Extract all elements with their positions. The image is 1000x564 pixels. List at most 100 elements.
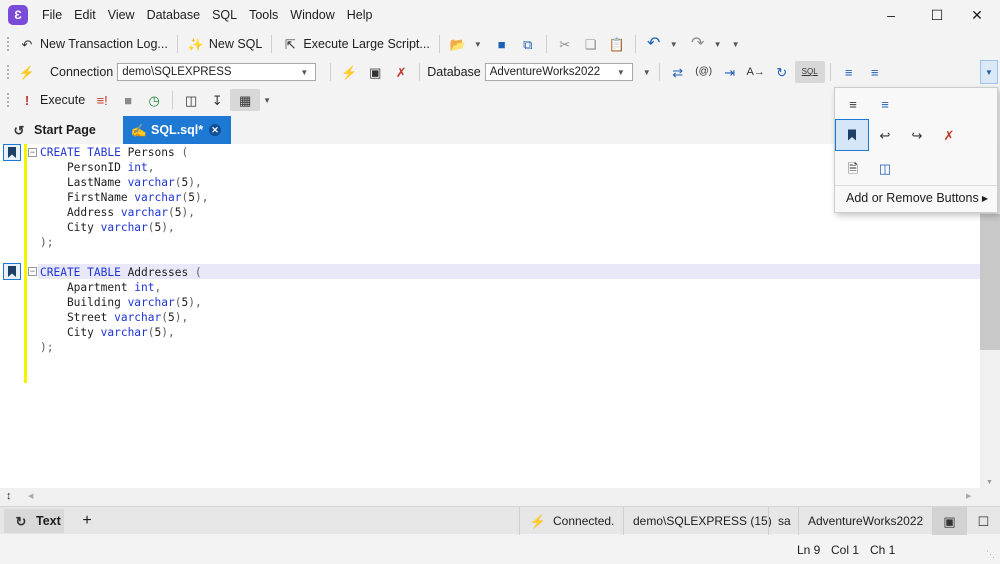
toggle-bookmark-button[interactable]: [835, 119, 869, 151]
code-line[interactable]: Street varchar(5),: [40, 310, 188, 325]
database-select[interactable]: AdventureWorks2022 ▼: [484, 63, 633, 81]
export-results-button[interactable]: ↧: [204, 89, 230, 111]
chevron-down-icon[interactable]: ▼: [714, 40, 722, 49]
document-outline-button[interactable]: 🗎: [837, 152, 869, 184]
new-transaction-log-button[interactable]: ↶ New Transaction Log...: [14, 33, 172, 55]
add-remove-buttons-item[interactable]: Add or Remove Buttons ▶: [836, 186, 996, 210]
code-line[interactable]: LastName varchar(5),: [40, 175, 202, 190]
menu-view[interactable]: View: [102, 0, 141, 30]
horizontal-scrollbar[interactable]: ↕ ◀ ▶: [0, 488, 1000, 506]
disconnect-all-button[interactable]: ✗: [388, 61, 414, 83]
toolbar-overflow-button[interactable]: ▼: [980, 60, 998, 84]
code-line[interactable]: City varchar(5),: [40, 220, 175, 235]
code-line[interactable]: Building varchar(5),: [40, 295, 202, 310]
comment-button[interactable]: ≡: [836, 61, 862, 83]
uncomment-button[interactable]: ≡: [862, 61, 888, 83]
toolbar-grip[interactable]: [6, 64, 10, 80]
open-file-button[interactable]: 📂 ▼: [445, 33, 489, 55]
disconnect-button[interactable]: ⚡: [336, 61, 362, 83]
menu-database[interactable]: Database: [141, 0, 207, 30]
clear-bookmarks-button[interactable]: ✗: [933, 119, 965, 151]
redo-button[interactable]: ↷ ▼: [685, 33, 729, 55]
connection-value: demo\SQLEXPRESS: [122, 66, 232, 78]
fold-collapse-icon[interactable]: −: [28, 148, 37, 157]
tab-sql-file[interactable]: ✍ SQL.sql* ✕: [123, 116, 231, 144]
query-plan-button[interactable]: ◫: [178, 89, 204, 111]
split-handle-icon[interactable]: ↕: [6, 490, 12, 502]
execute-current-button[interactable]: ≡!: [89, 89, 115, 111]
code-line[interactable]: );: [40, 235, 53, 250]
menu-tools[interactable]: Tools: [243, 0, 284, 30]
format-button[interactable]: ⇄: [665, 61, 691, 83]
chevron-down-icon[interactable]: ▼: [643, 68, 651, 77]
sql-editor[interactable]: − − CREATE TABLE Persons ( PersonID int,…: [0, 144, 980, 488]
chevron-down-icon[interactable]: ▼: [474, 40, 482, 49]
code-line[interactable]: PersonID int,: [40, 160, 155, 175]
new-connection-window-button[interactable]: ▣: [362, 61, 388, 83]
editor-gutter[interactable]: [0, 144, 24, 488]
vertical-scrollbar-thumb[interactable]: [980, 214, 1000, 350]
tab-start-page[interactable]: ↺ Start Page: [0, 116, 122, 144]
code-line[interactable]: City varchar(5),: [40, 325, 175, 340]
scroll-left-icon[interactable]: ◀: [28, 492, 33, 500]
add-tab-button[interactable]: +: [78, 509, 96, 533]
parameters-button[interactable]: (@): [691, 61, 717, 83]
panel-layout-full-button[interactable]: ☐: [966, 507, 1000, 535]
code-line[interactable]: FirstName varchar(5),: [40, 190, 209, 205]
redo-icon: ↷: [690, 35, 705, 52]
comment-lines-button[interactable]: ≡: [837, 88, 869, 120]
change-case-button[interactable]: A→: [743, 61, 769, 83]
fold-collapse-icon[interactable]: −: [28, 267, 37, 276]
next-bookmark-button[interactable]: ↪: [901, 119, 933, 151]
code-line[interactable]: CREATE TABLE Addresses (: [40, 265, 202, 280]
close-window-button[interactable]: ✕: [954, 0, 1000, 30]
menu-sql[interactable]: SQL: [206, 0, 243, 30]
code-line[interactable]: Apartment int,: [40, 280, 161, 295]
code-line[interactable]: );: [40, 340, 53, 355]
execute-button[interactable]: ! Execute: [14, 89, 89, 111]
toolbar-grip[interactable]: [6, 92, 10, 108]
menu-window[interactable]: Window: [284, 0, 340, 30]
panel-layout-bottom-button[interactable]: ▣: [932, 507, 966, 535]
minimize-button[interactable]: –: [868, 0, 914, 30]
connection-status: ⚡ Connected.: [519, 507, 623, 535]
save-button[interactable]: ■: [489, 33, 515, 55]
sql-mode-button[interactable]: SQL: [794, 61, 825, 83]
undo-button[interactable]: ↶ ▼: [641, 33, 685, 55]
menu-help[interactable]: Help: [341, 0, 379, 30]
stop-button[interactable]: ■: [115, 89, 141, 111]
previous-bookmark-button[interactable]: ↩: [869, 119, 901, 151]
chevron-down-icon[interactable]: ▼: [670, 40, 678, 49]
uncomment-lines-button[interactable]: ≡: [869, 88, 901, 120]
toolbar-overflow-icon[interactable]: ▼: [732, 40, 740, 49]
connect-button[interactable]: ⚡: [14, 61, 40, 83]
paste-button[interactable]: 📋: [604, 33, 630, 55]
refresh-button[interactable]: ↻: [769, 61, 795, 83]
scroll-down-icon[interactable]: ▼: [986, 479, 993, 486]
execute-history-button[interactable]: ◷: [141, 89, 167, 111]
indent-button[interactable]: ⇥: [717, 61, 743, 83]
cut-button[interactable]: ✂: [552, 33, 578, 55]
bookmark-icon[interactable]: [3, 144, 21, 161]
text-tab[interactable]: ↻ Text: [4, 509, 64, 533]
bookmark-icon[interactable]: [3, 263, 21, 280]
close-tab-icon[interactable]: ✕: [209, 124, 221, 136]
outline-tree-button[interactable]: ◫: [869, 152, 901, 184]
connection-select[interactable]: demo\SQLEXPRESS ▼: [117, 63, 317, 81]
copy-button[interactable]: ❏: [578, 33, 604, 55]
execute-large-script-button[interactable]: ⇱ Execute Large Script...: [277, 33, 433, 55]
new-sql-button[interactable]: ✨ New SQL: [183, 33, 267, 55]
uncomment-lines-icon: ≡: [881, 96, 889, 112]
code-line[interactable]: Address varchar(5),: [40, 205, 195, 220]
bookmark-icon: [848, 129, 856, 141]
resize-grip-icon[interactable]: ⋱: [986, 549, 995, 560]
save-all-button[interactable]: ⧉: [515, 33, 541, 55]
scroll-right-icon[interactable]: ▶: [966, 492, 971, 500]
chevron-down-icon[interactable]: ▼: [263, 96, 271, 105]
menu-edit[interactable]: Edit: [68, 0, 102, 30]
code-line[interactable]: CREATE TABLE Persons (: [40, 145, 188, 160]
menu-file[interactable]: File: [36, 0, 68, 30]
toolbar-grip[interactable]: [6, 36, 10, 52]
results-grid-button[interactable]: ▦: [230, 89, 261, 111]
code-token: Building: [40, 296, 128, 309]
